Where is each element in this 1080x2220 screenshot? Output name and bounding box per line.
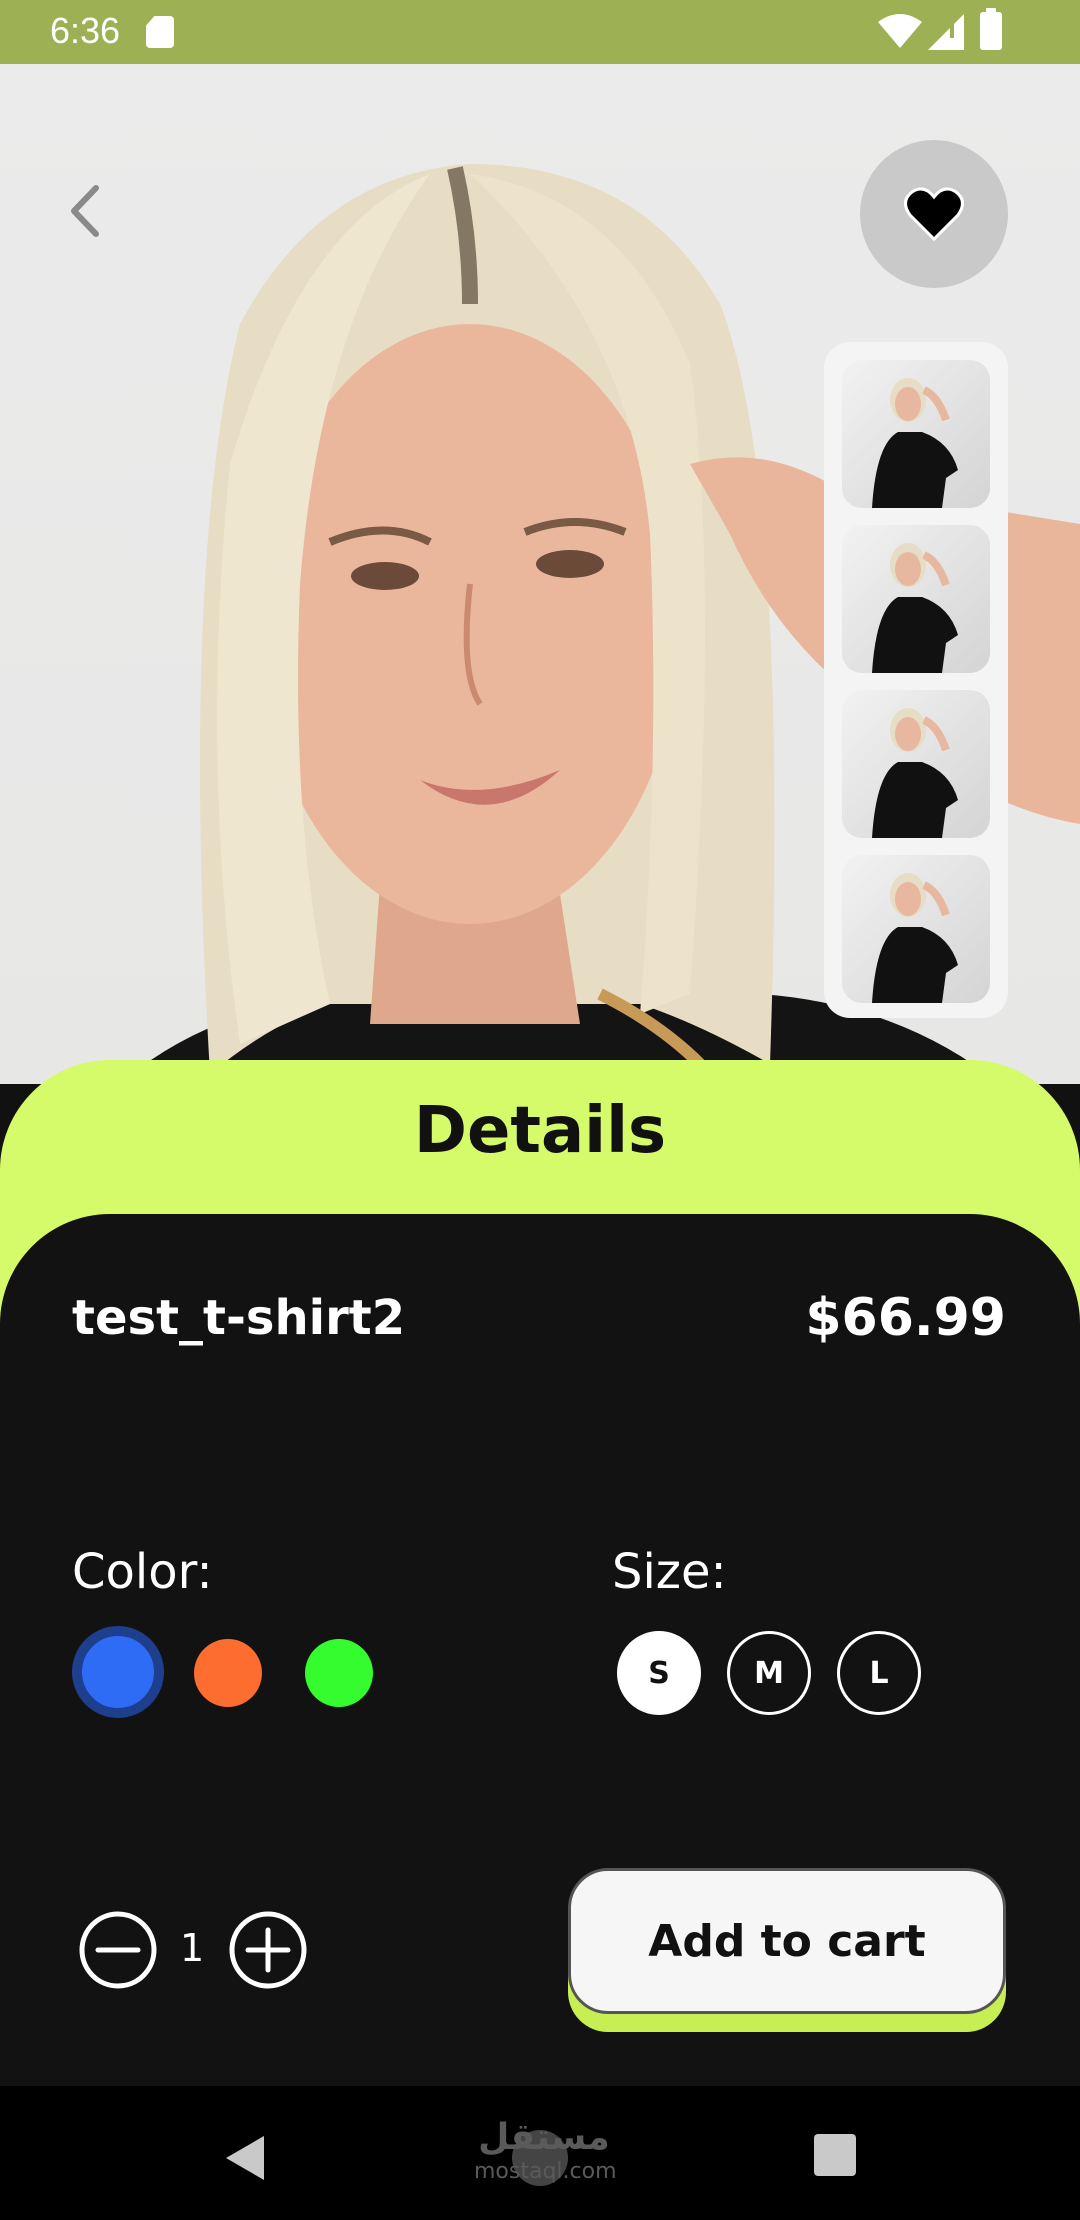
- signal-icon: [928, 14, 964, 50]
- wifi-icon: [878, 14, 922, 48]
- thumbnail[interactable]: [842, 360, 990, 508]
- nav-recents-button[interactable]: [814, 2134, 856, 2176]
- product-name: test_t-shirt2: [72, 1290, 406, 1346]
- battery-icon: [980, 8, 1002, 50]
- color-label: Color:: [72, 1544, 213, 1600]
- size-option-s[interactable]: S: [617, 1631, 701, 1715]
- thumbnail[interactable]: [842, 690, 990, 838]
- color-swatch-blue[interactable]: [72, 1626, 164, 1718]
- nav-back-icon[interactable]: [224, 2134, 266, 2182]
- back-button[interactable]: [60, 176, 120, 246]
- thumbnail[interactable]: [842, 855, 990, 1003]
- favorite-button[interactable]: [860, 140, 1008, 288]
- chevron-left-icon: [71, 185, 99, 237]
- add-to-cart-button[interactable]: Add to cart: [568, 1868, 1006, 2014]
- thumbnail[interactable]: [842, 525, 990, 673]
- thumbnail-strip: [824, 342, 1008, 1018]
- status-bar: 6:36: [0, 0, 1080, 64]
- system-nav-bar: مستقل mostaql.com: [0, 2086, 1080, 2220]
- color-swatch-green[interactable]: [305, 1639, 373, 1707]
- watermark-arabic: مستقل: [478, 2117, 610, 2158]
- quantity-value: 1: [180, 1926, 205, 1970]
- heart-icon: [904, 187, 964, 241]
- status-time: 6:36: [50, 10, 121, 51]
- sd-card-icon: [146, 16, 174, 48]
- product-price: $66.99: [805, 1288, 1006, 1348]
- color-swatch-orange[interactable]: [194, 1639, 262, 1707]
- plus-circle-icon: [229, 1911, 307, 1989]
- watermark-latin: mostaql.com: [474, 2159, 617, 2185]
- minus-circle-icon: [79, 1911, 157, 1989]
- watermark: مستقل mostaql.com: [474, 2116, 617, 2186]
- increase-quantity-button[interactable]: [228, 1910, 308, 1990]
- size-label: Size:: [612, 1544, 727, 1600]
- size-option-m[interactable]: M: [727, 1631, 811, 1715]
- decrease-quantity-button[interactable]: [78, 1910, 158, 1990]
- details-title: Details: [413, 1094, 667, 1168]
- size-option-l[interactable]: L: [837, 1631, 921, 1715]
